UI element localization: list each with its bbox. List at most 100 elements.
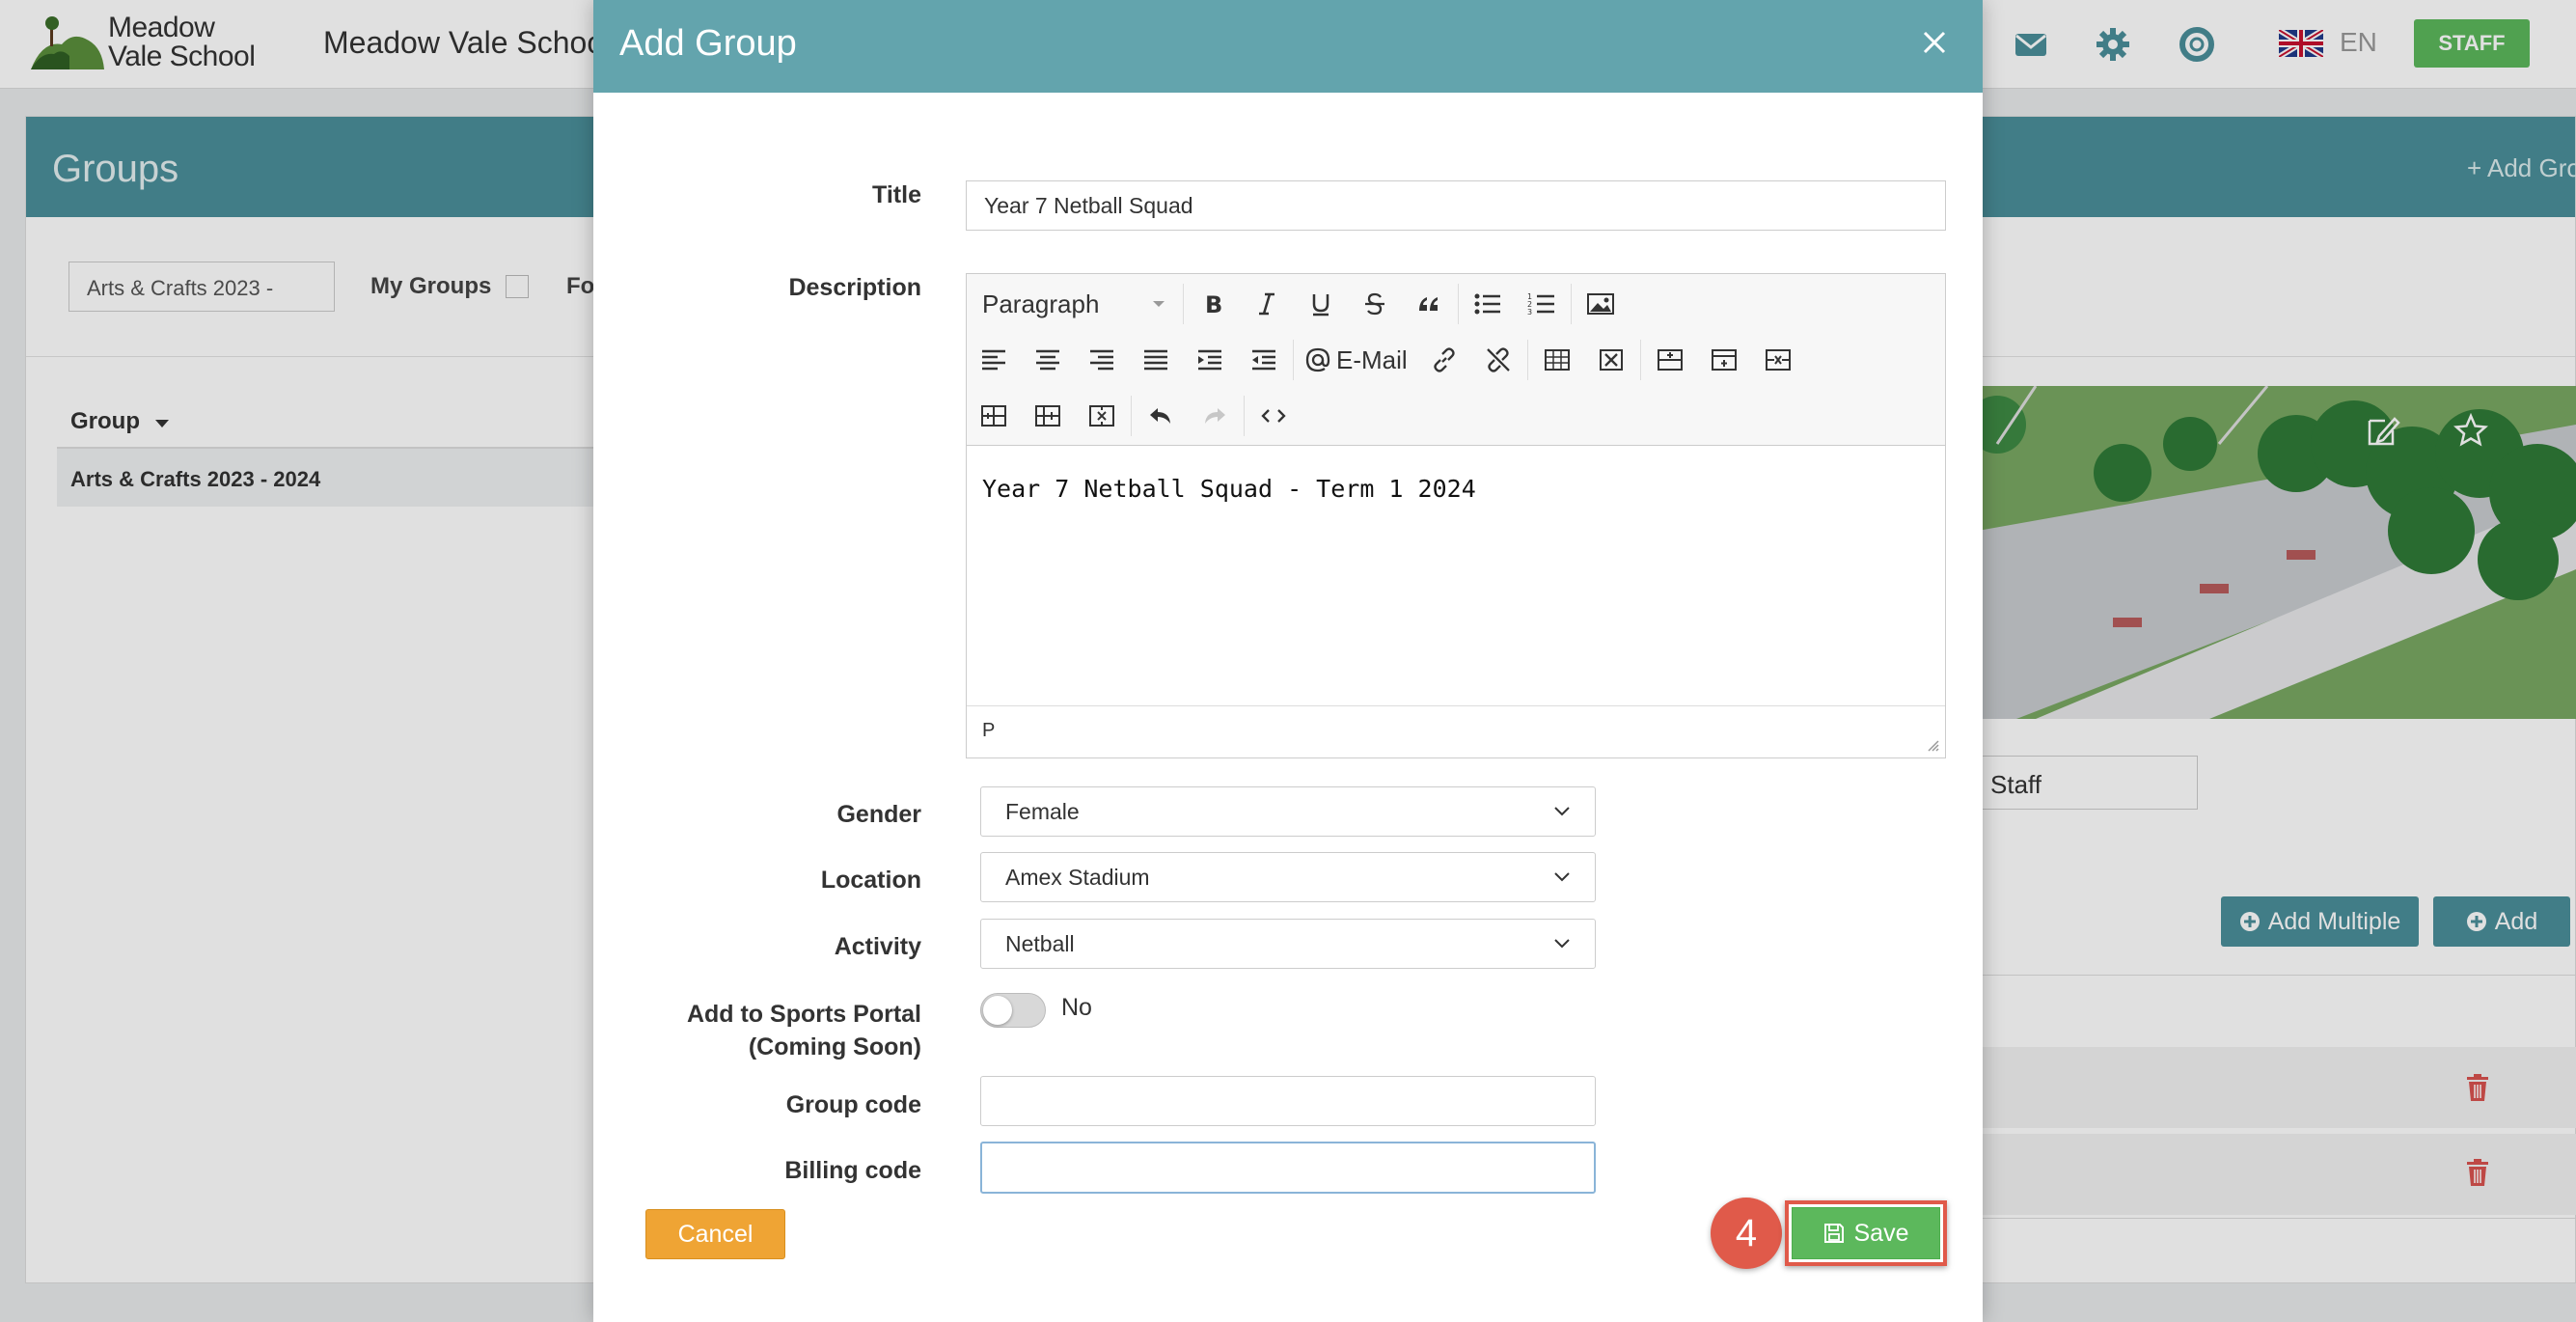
gender-select[interactable]: Female [980,786,1596,837]
block-format-select[interactable]: Paragraph [967,276,1181,332]
title-label: Title [872,181,921,208]
chevron-down-icon [1554,807,1570,816]
email-link-button[interactable]: E-Mail [1296,332,1417,388]
underline-button[interactable] [1294,276,1348,332]
modal-title: Add Group [619,23,797,64]
redo-button[interactable] [1188,388,1242,444]
numbered-list-button[interactable]: 123 [1515,276,1569,332]
row-insert-after-icon [1711,349,1737,371]
source-code-button[interactable] [1247,388,1301,444]
bullet-list-button[interactable] [1461,276,1515,332]
bold-button[interactable]: B [1186,276,1240,332]
unlink-button[interactable] [1471,332,1525,388]
outdent-button[interactable] [1237,332,1291,388]
cancel-button[interactable]: Cancel [645,1209,785,1259]
align-right-icon [1090,349,1113,371]
image-icon [1587,293,1614,315]
resize-handle-icon[interactable] [1924,736,1939,752]
sports-portal-toggle-label: No [1061,994,1092,1021]
editor-toolbar: Paragraph B 123 E-Mail [967,274,1945,446]
group-code-input[interactable] [980,1076,1596,1126]
activity-select[interactable]: Netball [980,919,1596,969]
save-label: Save [1853,1219,1909,1247]
underline-icon [1312,294,1329,317]
outdent-icon [1252,349,1275,371]
delete-row-button[interactable] [1751,332,1805,388]
insert-image-button[interactable] [1574,276,1628,332]
description-editor: Paragraph B 123 E-Mail Year 7 Netball Sq… [966,273,1946,758]
bold-icon: B [1205,291,1222,317]
location-label: Location [820,867,921,894]
element-path[interactable]: P [982,720,995,742]
undo-icon [1150,408,1170,424]
group-code-label: Group code [785,1091,921,1118]
editor-content[interactable]: Year 7 Netball Squad - Term 1 2024 [982,475,1476,503]
quote-icon [1419,297,1438,311]
svg-text:B: B [1205,291,1222,317]
insert-link-button[interactable] [1417,332,1471,388]
indent-button[interactable] [1183,332,1237,388]
insert-row-before-button[interactable] [1643,332,1697,388]
delete-column-button[interactable] [1075,388,1129,444]
column-insert-before-icon [981,405,1006,427]
modal-header: Add Group [593,0,1983,93]
title-input[interactable]: Year 7 Netball Squad [966,180,1946,231]
insert-column-after-button[interactable] [1021,388,1075,444]
strikethrough-button[interactable] [1348,276,1402,332]
insert-table-button[interactable] [1530,332,1584,388]
redo-icon [1205,408,1225,424]
gender-label: Gender [836,801,921,828]
description-label: Description [788,274,921,301]
align-center-icon [1036,349,1059,371]
close-icon[interactable] [1915,23,1954,62]
italic-icon [1259,292,1274,316]
insert-row-after-button[interactable] [1697,332,1751,388]
insert-column-before-button[interactable] [967,388,1021,444]
add-group-modal: Add Group Title Year 7 Netball Squad Des… [593,0,1983,1322]
save-button[interactable]: Save [1792,1207,1940,1259]
strikethrough-icon [1365,292,1384,316]
indent-icon [1198,349,1221,371]
svg-text:3: 3 [1527,308,1532,317]
sports-portal-label-line-2: (Coming Soon) [748,1033,921,1060]
column-delete-icon [1089,405,1114,427]
sports-portal-toggle[interactable] [980,993,1046,1028]
unlink-icon [1486,347,1510,372]
activity-label: Activity [834,933,921,960]
undo-button[interactable] [1134,388,1188,444]
save-highlight: Save [1785,1200,1947,1266]
row-delete-icon [1765,349,1791,371]
bullet-list-icon [1474,293,1500,315]
table-delete-icon [1599,349,1623,371]
sports-portal-label-line-1: Add to Sports Portal [686,1001,921,1028]
save-icon [1823,1224,1844,1243]
delete-table-button[interactable] [1584,332,1638,388]
numbered-list-icon: 123 [1527,292,1554,317]
column-insert-after-icon [1035,405,1060,427]
align-left-button[interactable] [967,332,1021,388]
at-sign-icon [1305,347,1330,372]
chevron-down-icon [1554,872,1570,882]
email-button-label: E-Mail [1336,344,1408,374]
location-select[interactable]: Amex Stadium [980,852,1596,902]
billing-code-input[interactable] [980,1142,1596,1194]
blockquote-button[interactable] [1402,276,1456,332]
billing-code-label: Billing code [784,1157,921,1184]
sports-portal-label: Add to Sports Portal (Coming Soon) [593,998,921,1063]
chevron-down-icon [1554,939,1570,949]
align-center-button[interactable] [1021,332,1075,388]
editor-statusbar: P [967,705,1945,757]
location-value: Amex Stadium [1005,864,1150,890]
align-left-icon [982,349,1005,371]
align-justify-button[interactable] [1129,332,1183,388]
toggle-knob [983,996,1012,1025]
align-right-button[interactable] [1075,332,1129,388]
link-icon [1434,347,1455,372]
code-icon [1261,409,1286,423]
block-format-label: Paragraph [982,289,1100,318]
caret-down-icon [1153,301,1165,307]
activity-value: Netball [1005,930,1075,956]
table-icon [1544,349,1570,371]
italic-button[interactable] [1240,276,1294,332]
align-justify-icon [1144,349,1167,371]
